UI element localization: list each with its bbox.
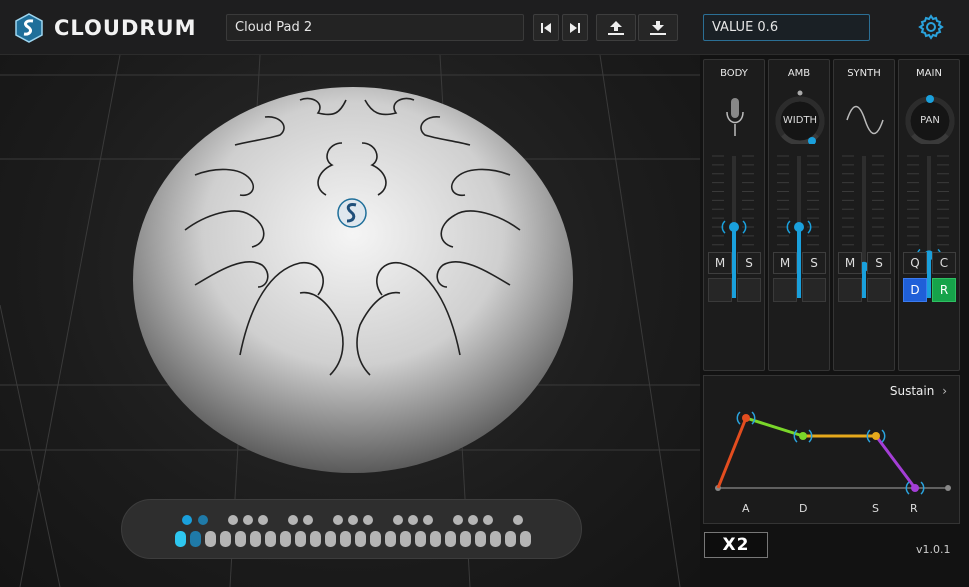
fader-handle [729,222,739,232]
note-key [400,531,411,547]
slot-button[interactable] [773,278,797,302]
knob-label: PAN [920,115,940,126]
note-key [340,531,351,547]
r-button[interactable]: R [932,278,956,302]
note-key [220,531,231,547]
settings-gear-icon[interactable] [918,14,944,40]
solo-button-body[interactable]: S [737,252,761,274]
fader-handle [794,222,804,232]
note-dot [423,515,433,525]
note-keys[interactable] [122,500,583,560]
mute-button-synth[interactable]: M [838,252,862,274]
note-key [205,531,216,547]
x2-label: X2 [722,535,750,555]
note-key [175,531,186,547]
note-dot [483,515,493,525]
note-key [505,531,516,547]
note-dot [303,515,313,525]
next-preset-icon [570,22,580,33]
upload-icon [608,20,624,35]
next-preset-button[interactable] [562,14,588,41]
note-dot [348,515,358,525]
fader-fill [927,255,931,298]
note-key [370,531,381,547]
knob-label: WIDTH [782,115,818,126]
note-key [460,531,471,547]
prev-preset-icon [541,22,551,33]
note-key [280,531,291,547]
strip-title: SYNTH [847,68,881,79]
strip-title: BODY [720,68,748,79]
note-key [265,531,276,547]
mute-button-body[interactable]: M [708,252,732,274]
note-keyboard-bar[interactable] [121,499,582,559]
note-key [310,531,321,547]
slot-button[interactable] [802,278,826,302]
app-logo: CLOUDRUM [14,12,204,44]
q-button-main[interactable]: Q [903,252,927,274]
note-key [250,531,261,547]
slot-button[interactable] [838,278,862,302]
note-dot [393,515,403,525]
download-button[interactable] [638,14,678,41]
note-key [490,531,501,547]
download-icon [650,20,666,35]
solo-button-synth[interactable]: S [867,252,891,274]
solo-button-amb[interactable]: S [802,252,826,274]
fader-fill [797,227,801,298]
slot-button[interactable] [708,278,732,302]
app-title: CLOUDRUM [54,16,197,40]
note-key [430,531,441,547]
note-key [295,531,306,547]
sine-wave-icon [846,105,884,135]
value-readout: VALUE 0.6 [703,14,870,41]
strip-title: AMB [787,68,811,79]
note-key [235,531,246,547]
note-key [355,531,366,547]
prev-preset-button[interactable] [533,14,559,41]
note-key [520,531,531,547]
c-button-main[interactable]: C [932,252,956,274]
envelope-panel: Sustain › A D S R [703,375,960,524]
x2-logo: X2 [704,532,768,558]
note-dot [453,515,463,525]
note-dot [182,515,192,525]
fader-fill [732,227,736,298]
note-dot [363,515,373,525]
note-key [445,531,456,547]
preset-name-field[interactable]: Cloud Pad 2 [226,14,524,41]
cloudrum-logo-icon [15,13,43,43]
version-label: v1.0.1 [916,543,951,556]
note-dot [198,515,208,525]
release-label: R [910,502,918,515]
note-dot [288,515,298,525]
note-dot [513,515,523,525]
note-key [190,531,201,547]
upload-button[interactable] [596,14,636,41]
note-dot [258,515,268,525]
note-dot [243,515,253,525]
note-key [415,531,426,547]
slot-button[interactable] [867,278,891,302]
slot-button[interactable] [737,278,761,302]
note-dot [408,515,418,525]
d-button[interactable]: D [903,278,927,302]
note-key [385,531,396,547]
attack-label: A [742,502,750,515]
drum-stage [0,55,700,587]
note-key [325,531,336,547]
decay-label: D [799,502,808,515]
microphone-icon [726,98,744,136]
note-dot [333,515,343,525]
sustain-label: S [872,502,879,515]
strip-title: MAIN [916,68,942,79]
note-key [475,531,486,547]
note-dot [228,515,238,525]
note-dot [468,515,478,525]
top-bar: CLOUDRUM Cloud Pad 2 VALUE 0.6 [0,0,969,55]
mute-button-amb[interactable]: M [773,252,797,274]
